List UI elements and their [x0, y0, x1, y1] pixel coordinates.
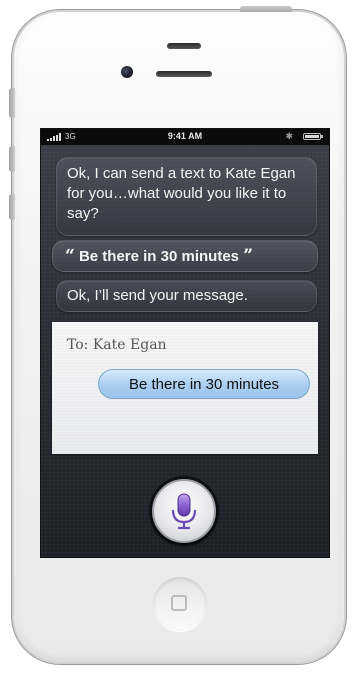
siri-confirmation-text: Ok, I’ll send your message. [67, 287, 248, 304]
siri-mic-button[interactable] [152, 479, 216, 543]
siri-response-bubble: Ok, I can send a text to Kate Egan for y… [56, 157, 317, 236]
message-preview-card[interactable]: To: Kate Egan Be there in 30 minutes [52, 322, 318, 454]
front-camera [121, 66, 133, 78]
canvas: 3G 9:41 AM ✱ Ok, I can send a text to Ka… [0, 0, 356, 677]
home-button-icon [171, 595, 187, 611]
user-speech-bubble[interactable]: “ Be there in 30 minutes ” [52, 240, 318, 272]
bluetooth-icon: ✱ [285, 131, 293, 141]
sms-message-bubble: Be there in 30 minutes [98, 369, 310, 399]
battery-icon [303, 133, 323, 140]
volume-down-button [9, 194, 15, 220]
power-button [240, 6, 292, 12]
user-speech-text: Be there in 30 minutes [78, 248, 240, 265]
recipient-label: To: Kate Egan [67, 337, 167, 353]
siri-response-text: Ok, I can send a text to Kate Egan for y… [67, 165, 296, 222]
sms-message-text: Be there in 30 minutes [128, 376, 280, 393]
volume-up-button [9, 146, 15, 172]
siri-confirmation-bubble: Ok, I’ll send your message. [56, 280, 317, 312]
mute-switch [9, 88, 15, 118]
home-button[interactable] [153, 577, 207, 631]
earpiece-grille [156, 71, 212, 77]
siri-screen: 3G 9:41 AM ✱ Ok, I can send a text to Ka… [40, 128, 330, 558]
open-quote-icon: “ [65, 246, 75, 266]
iphone-device: 3G 9:41 AM ✱ Ok, I can send a text to Ka… [9, 6, 344, 662]
earpiece-speaker [167, 43, 201, 49]
microphone-icon [171, 493, 197, 530]
status-bar: 3G 9:41 AM ✱ [41, 129, 329, 145]
close-quote-icon: ” [243, 246, 253, 266]
